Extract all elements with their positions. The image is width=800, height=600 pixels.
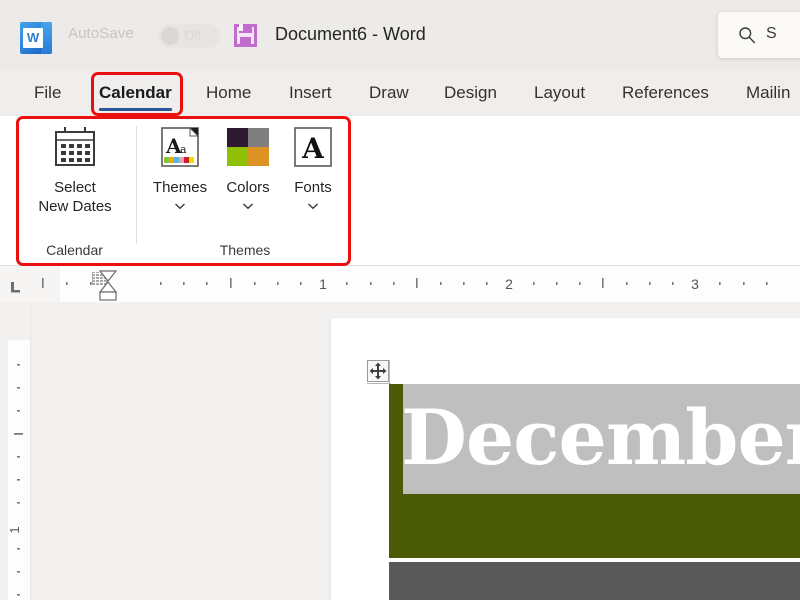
tab-mailings[interactable]: Mailin [742, 70, 794, 116]
word-window: W AutoSave Off Document6 - Word S File C… [0, 0, 800, 600]
svg-text:a: a [180, 143, 187, 156]
title-bar: W AutoSave Off Document6 - Word S [0, 0, 800, 70]
vertical-ruler-ticks: 1 [7, 364, 23, 596]
autosave-toggle-knob [161, 27, 179, 45]
document-title: Document6 - Word [275, 24, 426, 44]
group-label-calendar: Calendar [46, 242, 103, 258]
autosave-toggle[interactable]: Off [158, 24, 220, 48]
color-swatch-icon [227, 128, 269, 166]
colors-button[interactable]: Colors [217, 126, 279, 215]
tab-calendar[interactable]: Calendar [95, 70, 176, 116]
calendar-footer-band [389, 562, 800, 600]
autosave-label: AutoSave [68, 25, 134, 42]
svg-text:3: 3 [691, 276, 699, 292]
tab-design[interactable]: Design [440, 70, 501, 116]
svg-text:A: A [301, 132, 325, 165]
themes-label: Themes [152, 179, 208, 196]
themes-button[interactable]: A a Themes [148, 126, 212, 215]
colors-label: Colors [226, 179, 270, 196]
group-separator [136, 126, 137, 244]
group-label-themes: Themes [219, 242, 271, 258]
font-letter-a-icon: A [294, 127, 332, 167]
tab-calendar-label: Calendar [99, 83, 172, 102]
chevron-down-icon[interactable] [242, 202, 254, 210]
themes-page-icon: A a [161, 126, 200, 167]
ribbon-tab-strip: File Calendar Home Insert Draw Design La… [0, 70, 800, 116]
document-page[interactable]: December [331, 318, 800, 600]
left-tab-stop-icon [11, 282, 20, 293]
fonts-button[interactable]: A Fonts [284, 126, 342, 215]
search-placeholder-text: S [766, 25, 777, 42]
svg-text:1: 1 [319, 276, 327, 292]
search-box[interactable]: S [718, 12, 800, 58]
horizontal-ruler[interactable]: 1 2 3 [30, 266, 800, 303]
chevron-down-icon[interactable] [174, 202, 186, 210]
calendar-grid-icon [55, 127, 95, 166]
select-new-dates-button[interactable]: Select New Dates [20, 126, 130, 216]
autosave-state-label: Off [184, 28, 202, 43]
tab-active-underline [99, 108, 172, 111]
table-guide-vertical [389, 360, 390, 384]
tab-draw[interactable]: Draw [365, 70, 413, 116]
fonts-label: Fonts [294, 179, 332, 196]
svg-text:1: 1 [7, 526, 22, 533]
horizontal-ruler-ticks: 1 2 3 [42, 270, 768, 301]
calendar-olive-band [389, 494, 800, 558]
tab-references[interactable]: References [618, 70, 713, 116]
tab-home[interactable]: Home [202, 70, 255, 116]
calendar-month-title: December [401, 393, 800, 482]
ribbon: Select New Dates A a Themes Colors A Fon… [0, 116, 800, 266]
document-work-area[interactable]: December [31, 302, 800, 600]
chevron-down-icon[interactable] [307, 202, 319, 210]
search-icon [739, 27, 756, 44]
table-move-handle-icon[interactable] [367, 360, 389, 382]
vertical-ruler[interactable]: 1 [0, 302, 31, 600]
svg-text:2: 2 [505, 276, 513, 292]
tab-insert[interactable]: Insert [285, 70, 336, 116]
table-guide-horizontal [367, 383, 391, 384]
select-new-dates-label-line2: New Dates [38, 198, 112, 215]
select-new-dates-label-line1: Select [54, 179, 96, 196]
tab-layout[interactable]: Layout [530, 70, 589, 116]
save-icon[interactable] [232, 22, 260, 50]
tab-file[interactable]: File [30, 70, 65, 116]
word-logo-icon: W [20, 22, 52, 54]
